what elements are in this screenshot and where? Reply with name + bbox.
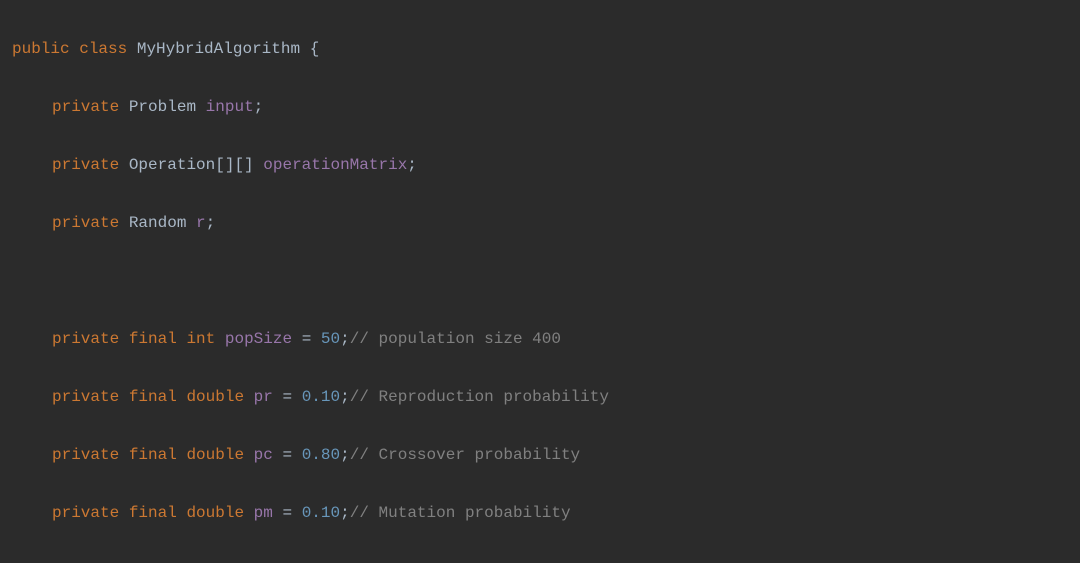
- keyword: private: [52, 98, 119, 116]
- semicolon: ;: [340, 446, 350, 464]
- equals: =: [302, 330, 312, 348]
- semicolon: ;: [340, 388, 350, 406]
- semicolon: ;: [254, 98, 264, 116]
- keyword: final: [129, 504, 177, 522]
- type: double: [186, 504, 244, 522]
- identifier: r: [196, 214, 206, 232]
- code-editor[interactable]: public class MyHybridAlgorithm { private…: [0, 0, 1080, 563]
- keyword: private: [52, 446, 119, 464]
- keyword: final: [129, 330, 177, 348]
- equals: =: [282, 504, 292, 522]
- type: double: [186, 446, 244, 464]
- type: double: [186, 388, 244, 406]
- number: 0.10: [302, 388, 340, 406]
- semicolon: ;: [340, 330, 350, 348]
- type: Problem: [129, 98, 196, 116]
- keyword: class: [79, 40, 127, 58]
- type: Random: [129, 214, 187, 232]
- keyword: private: [52, 156, 119, 174]
- keyword: private: [52, 214, 119, 232]
- semicolon: ;: [206, 214, 216, 232]
- comment: // Reproduction probability: [350, 388, 609, 406]
- code-line: public class MyHybridAlgorithm {: [12, 35, 1080, 64]
- comment: // population size 400: [350, 330, 561, 348]
- class-name: MyHybridAlgorithm: [137, 40, 300, 58]
- comment: // Crossover probability: [350, 446, 580, 464]
- identifier: operationMatrix: [263, 156, 407, 174]
- number: 50: [321, 330, 340, 348]
- number: 0.10: [302, 504, 340, 522]
- identifier: pc: [254, 446, 273, 464]
- blank-line: [12, 267, 1080, 296]
- equals: =: [282, 388, 292, 406]
- code-line: private Operation[][] operationMatrix;: [12, 151, 1080, 180]
- blank-line: [12, 557, 1080, 563]
- keyword: private: [52, 504, 119, 522]
- identifier: popSize: [225, 330, 292, 348]
- identifier: pm: [254, 504, 273, 522]
- type: Operation[][]: [129, 156, 254, 174]
- semicolon: ;: [407, 156, 417, 174]
- code-line: private Random r;: [12, 209, 1080, 238]
- keyword: final: [129, 388, 177, 406]
- code-line: private final int popSize = 50;// popula…: [12, 325, 1080, 354]
- code-line: private final double pc = 0.80;// Crosso…: [12, 441, 1080, 470]
- code-line: private final double pr = 0.10;// Reprod…: [12, 383, 1080, 412]
- comment: // Mutation probability: [350, 504, 571, 522]
- semicolon: ;: [340, 504, 350, 522]
- equals: =: [282, 446, 292, 464]
- type: int: [186, 330, 215, 348]
- code-line: private final double pm = 0.10;// Mutati…: [12, 499, 1080, 528]
- keyword: private: [52, 330, 119, 348]
- keyword: private: [52, 388, 119, 406]
- identifier: input: [206, 98, 254, 116]
- brace: {: [310, 40, 320, 58]
- number: 0.80: [302, 446, 340, 464]
- code-line: private Problem input;: [12, 93, 1080, 122]
- identifier: pr: [254, 388, 273, 406]
- keyword: public: [12, 40, 70, 58]
- keyword: final: [129, 446, 177, 464]
